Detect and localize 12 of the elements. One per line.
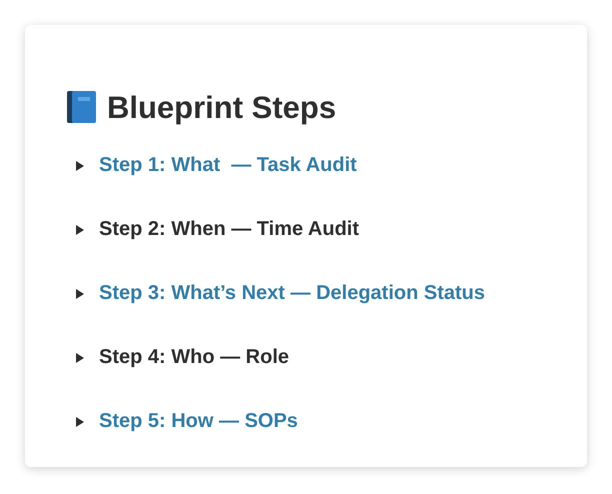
step-title: Step 2: When — Time Audit [99, 217, 360, 242]
step-link[interactable]: Step 3: What’s Next — Delegation Status [99, 278, 485, 309]
caret-icon[interactable] [75, 416, 85, 426]
caret-icon[interactable] [75, 352, 85, 362]
step-title: Step 4: Who — Role [99, 345, 289, 370]
caret-icon[interactable] [75, 160, 85, 170]
step-link[interactable]: Step 5: How — SOPs [99, 406, 298, 437]
step-link[interactable]: Step 1: What — Task Audit [99, 150, 357, 181]
caret-icon[interactable] [75, 288, 85, 298]
caret-icon[interactable] [75, 224, 85, 234]
page-title: Blueprint Steps [107, 92, 336, 122]
book-icon [65, 89, 99, 125]
